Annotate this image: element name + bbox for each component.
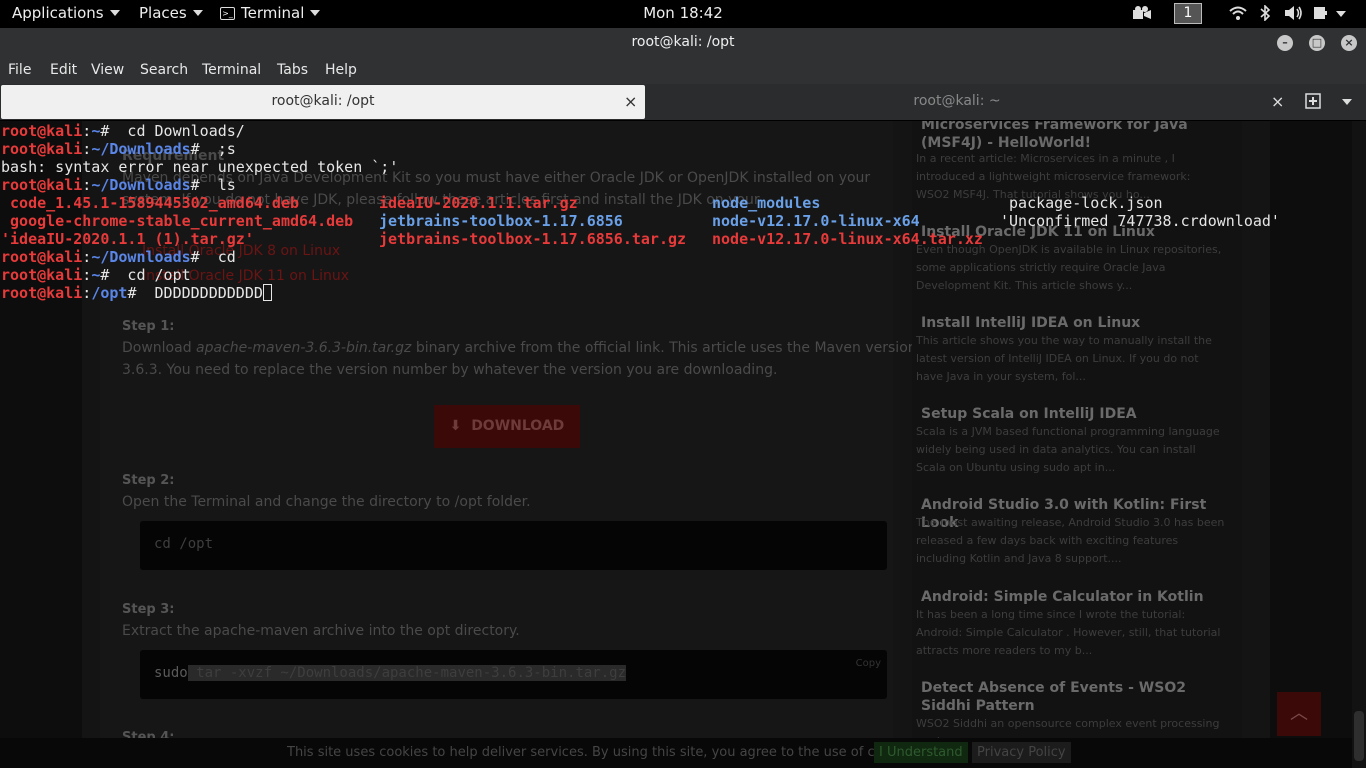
step-heading: Step 2: xyxy=(122,473,175,488)
ls-entry: package-lock.json xyxy=(1000,194,1163,212)
window-title: root@kali: /opt xyxy=(631,34,735,50)
download-icon: ⬇ xyxy=(449,418,462,434)
sidebar-text: Scala is a JVM based functional programm… xyxy=(916,425,1220,474)
battery-icon[interactable] xyxy=(1313,5,1329,23)
ls-entry: jetbrains-toolbox-1.17.6856 xyxy=(379,212,623,230)
sidebar-text: The most awaiting release, Android Studi… xyxy=(916,516,1225,565)
ls-entry: ideaIU-2020.1.1.tar.gz xyxy=(379,194,578,212)
tabs-menu-icon[interactable] xyxy=(1342,99,1352,105)
menu-search[interactable]: Search xyxy=(140,62,188,78)
close-tab-icon[interactable]: × xyxy=(624,92,637,111)
scroll-top-button: ︿ xyxy=(1277,692,1321,736)
step-heading: Step 3: xyxy=(122,602,175,617)
workspace-indicator[interactable]: 1 xyxy=(1174,3,1202,24)
ls-entry: jetbrains-toolbox-1.17.6856.tar.gz xyxy=(379,230,687,248)
scrollbar-thumb[interactable] xyxy=(1354,711,1364,761)
new-tab-icon[interactable] xyxy=(1305,93,1321,113)
menu-edit[interactable]: Edit xyxy=(50,62,77,78)
tab-opt[interactable]: root@kali: /opt × xyxy=(1,85,645,119)
sidebar-text: This article shows you the way to manual… xyxy=(916,334,1212,383)
terminal-line: root@kali:~/Downloads# ;s xyxy=(1,140,236,158)
menu-bar: File Edit View Search Terminal Tabs Help xyxy=(0,58,1366,84)
terminal-line: bash: syntax error near unexpected token… xyxy=(1,158,399,176)
article-text: Download apache-maven-3.6.3-bin.tar.gz b… xyxy=(122,340,917,356)
ls-entry: node-v12.17.0-linux-x64 xyxy=(712,212,920,230)
menu-view[interactable]: View xyxy=(91,62,124,78)
sidebar-text: It has been a long time since I wrote th… xyxy=(916,608,1221,657)
menu-help[interactable]: Help xyxy=(325,62,357,78)
terminal-line: root@kali:~/Downloads# ls xyxy=(1,176,236,194)
tab-bar: root@kali: /opt × root@kali: ~ × xyxy=(0,84,1366,120)
privacy-button: Privacy Policy xyxy=(972,742,1071,763)
sidebar-title: Setup Scala on IntelliJ IDEA xyxy=(921,406,1137,422)
cookie-banner: This site uses cookies to help deliver s… xyxy=(0,738,1366,768)
sidebar-title: Detect Absence of Events - WSO2 Siddhi P… xyxy=(921,680,1186,714)
chevron-up-icon: ︿ xyxy=(1290,703,1308,724)
terminal-line: root@kali:~# cd Downloads/ xyxy=(1,122,245,140)
article-text: Open the Terminal and change the directo… xyxy=(122,494,531,510)
sidebar-title: Android: Simple Calculator in Kotlin xyxy=(921,589,1204,605)
close-button[interactable]: × xyxy=(1341,35,1357,51)
top-panel: Applications Places >_ Terminal Mon 18:4… xyxy=(0,0,1366,28)
article-text: 3.6.3. You need to replace the version n… xyxy=(122,362,778,378)
ls-entry: node-v12.17.0-linux-x64.tar.xz xyxy=(712,230,983,248)
download-button: ⬇ DOWNLOAD xyxy=(434,405,580,448)
ls-entry: node_modules xyxy=(712,194,821,212)
ls-entry: code_1.45.1-1589445302_amd64.deb xyxy=(1,194,300,212)
close-tab-icon[interactable]: × xyxy=(1271,92,1284,111)
tab-label: root@kali: ~ xyxy=(913,93,1001,109)
camera-icon[interactable] xyxy=(1132,5,1152,23)
terminal-prompt-line[interactable]: root@kali:/opt# DDDDDDDDDDDD xyxy=(1,284,272,302)
ls-entry: 'ideaIU-2020.1.1 (1).tar.gz' xyxy=(1,230,254,248)
sidebar-title: Install IntelliJ IDEA on Linux xyxy=(921,315,1141,331)
terminal-input[interactable]: DDDDDDDDDDDD xyxy=(146,284,263,302)
system-menu-caret[interactable] xyxy=(1336,5,1346,23)
ls-entry: 'Unconfirmed 747738.crdownload' xyxy=(1000,212,1280,230)
article-text: Extract the apache-maven archive into th… xyxy=(122,623,520,639)
terminal-line: root@kali:~# cd /opt xyxy=(1,266,191,284)
sidebar-text: Even though OpenJDK is available in Linu… xyxy=(916,243,1222,292)
window-titlebar[interactable]: root@kali: /opt – □ × xyxy=(0,28,1366,58)
menu-terminal[interactable]: Terminal xyxy=(202,62,261,78)
step-heading: Step 1: xyxy=(122,319,175,334)
terminal-line: root@kali:~/Downloads# cd xyxy=(1,248,236,266)
terminal-view[interactable]: Requirement Maven depends on Java Develo… xyxy=(0,121,1366,768)
tab-label: root@kali: /opt xyxy=(271,93,375,109)
ls-entry: google-chrome-stable_current_amd64.deb xyxy=(1,212,354,230)
bluetooth-icon[interactable] xyxy=(1259,4,1271,23)
minimize-button[interactable]: – xyxy=(1277,35,1293,51)
code-block: cd /opt xyxy=(140,521,887,570)
understand-button: I Understand xyxy=(874,742,968,763)
maximize-button[interactable]: □ xyxy=(1309,35,1325,51)
sidebar-title: Microservices Framework for Java (MSF4J)… xyxy=(921,121,1188,151)
volume-icon[interactable] xyxy=(1284,5,1304,23)
terminal-cursor xyxy=(262,284,272,301)
tab-home[interactable]: root@kali: ~ × xyxy=(647,85,1297,119)
code-block: sudo tar -xvzf ~/Downloads/apache-maven-… xyxy=(140,650,887,699)
wifi-icon[interactable] xyxy=(1229,5,1247,23)
menu-file[interactable]: File xyxy=(8,62,31,78)
clock[interactable]: Mon 18:42 xyxy=(0,4,1366,22)
menu-tabs[interactable]: Tabs xyxy=(277,62,308,78)
scrollbar[interactable] xyxy=(1352,121,1366,768)
cookie-text: This site uses cookies to help deliver s… xyxy=(287,745,921,760)
